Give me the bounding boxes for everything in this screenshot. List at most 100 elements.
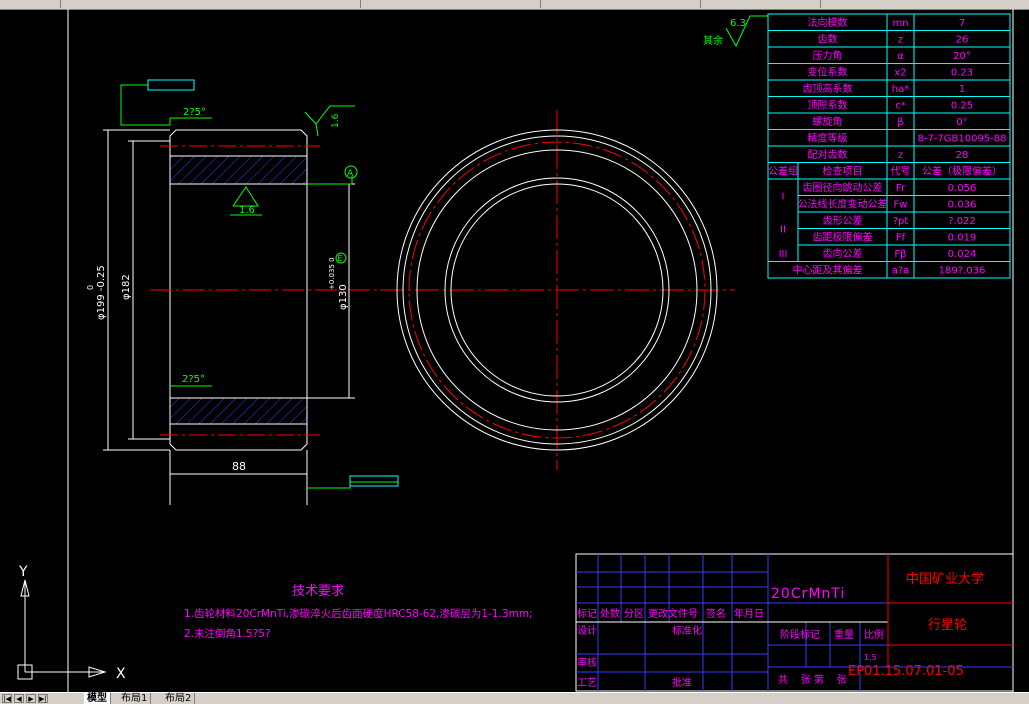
param-symbol: z: [898, 35, 903, 46]
nav-next-icon[interactable]: ▶: [26, 694, 36, 703]
nav-first-icon[interactable]: |◀: [2, 694, 12, 703]
roughness-bore: 1.6: [239, 205, 255, 216]
tab-layout2[interactable]: 布局2: [162, 693, 196, 704]
param-value: 0.25: [951, 101, 973, 112]
tol-code: Fr: [896, 183, 906, 194]
front-view: [380, 110, 735, 470]
svg-text:分区: 分区: [624, 608, 644, 620]
param-value: 0.23: [951, 68, 973, 79]
scale-value: 1.5: [864, 653, 877, 662]
top-tab-2[interactable]: [360, 0, 541, 8]
process-label: 工艺: [577, 677, 597, 689]
tab-layout1[interactable]: 布局1: [118, 693, 152, 704]
scale-label: 比例: [864, 628, 884, 641]
datum-a: A: [347, 169, 354, 179]
tol-item: 公法线长度变动公差: [798, 198, 888, 211]
tol-header-item: 检查项目: [823, 165, 863, 178]
tol-code: Fw: [894, 200, 908, 211]
university: 中国矿业大学: [906, 571, 984, 587]
section-view: 88 φ199 -0.25 0 φ182 φ130 +0.035 0 E 2?5…: [86, 79, 399, 505]
param-symbol: z: [898, 150, 903, 161]
ucs-x-label: X: [116, 666, 126, 682]
dim-middle: φ182: [121, 274, 132, 300]
tol-group: II: [780, 224, 786, 235]
design-label: 设计: [577, 624, 597, 637]
hatch-top: [169, 155, 308, 185]
center-distance-value: 189?.036: [939, 266, 986, 277]
param-symbol: ha*: [892, 84, 909, 95]
param-name: 螺旋角: [813, 115, 843, 128]
param-value: 7: [959, 18, 965, 29]
param-value: 20°: [953, 51, 971, 62]
tol-item: 齿圈径向跳动公差: [803, 181, 883, 194]
tol-value: 0.056: [948, 183, 977, 194]
svg-text:标记: 标记: [577, 608, 597, 620]
tech-title: 技术要求: [292, 584, 344, 599]
chamfer-bottom: 2?5°: [182, 374, 205, 385]
param-name: 压力角: [813, 49, 843, 62]
tol-value: 0.024: [948, 249, 977, 260]
param-value: 28: [956, 150, 969, 161]
param-symbol: mn: [892, 18, 908, 29]
dim-bore: φ130: [338, 284, 349, 310]
top-tab-3[interactable]: [540, 0, 701, 8]
roughness-other-value: 6.3: [730, 18, 746, 29]
param-value: 26: [956, 35, 969, 46]
material: 20CrMnTi: [771, 586, 845, 602]
param-value: 1: [959, 84, 965, 95]
chamfer-top: 2?5°: [183, 107, 206, 118]
center-distance-label: 中心距及其偏差: [793, 264, 863, 277]
approve-label: 批准: [672, 676, 692, 689]
tolerance-e-symbol: E: [338, 254, 343, 263]
tech-requirements: 技术要求 1.齿轮材料20CrMnTi,渗碳淬火后齿面硬度HRC58-62,渗碳…: [184, 584, 533, 640]
standardize-label: 标准化: [672, 624, 702, 637]
tol-group: I: [782, 191, 785, 202]
hatch-bottom: [169, 397, 308, 425]
param-name: 顶隙系数: [808, 99, 848, 112]
param-symbol: x2: [894, 68, 906, 79]
param-name: 法向模数: [808, 16, 848, 29]
param-name: 齿顶高系数: [803, 82, 853, 95]
param-name: 精度等级: [808, 132, 848, 145]
nav-last-icon[interactable]: ▶|: [38, 694, 48, 703]
roughness-face: 1.6: [331, 113, 341, 128]
top-tab-1[interactable]: [60, 0, 361, 8]
tol-item: 齿形公差: [823, 214, 863, 227]
nav-prev-icon[interactable]: ◀: [14, 694, 24, 703]
param-symbol: β: [897, 117, 903, 128]
tol-value: 0.036: [948, 200, 977, 211]
datum-box-bottom: [349, 475, 399, 487]
tol-header-group: 公差组: [768, 165, 798, 178]
tol-group: III: [779, 249, 788, 260]
param-symbol: c*: [895, 101, 906, 112]
weight-label: 重量: [834, 628, 854, 641]
param-symbol: α: [897, 51, 904, 62]
tol-value: ?.022: [948, 216, 976, 227]
param-value: 0°: [956, 117, 967, 128]
param-value: 8-7-7GB10095-88: [917, 134, 1006, 145]
svg-text:处数: 处数: [600, 607, 620, 620]
top-tab-0[interactable]: [0, 0, 61, 8]
center-distance-code: a?a: [892, 266, 910, 277]
tol-code: Fβ: [894, 249, 906, 260]
layout-tab-bar: |◀ ◀ ▶ ▶| 模型 布局1 布局2: [0, 692, 1029, 704]
top-tab-4[interactable]: [700, 0, 821, 8]
tol-code: ?pt: [893, 216, 909, 227]
title-block: 20CrMnTi 中国矿业大学 行星轮 EP01.15.07.01-05 标记 …: [575, 553, 1014, 692]
svg-text:更改文件号: 更改文件号: [648, 607, 698, 620]
param-name: 配对齿数: [808, 148, 848, 161]
dim-outer: φ199 -0.25: [96, 265, 107, 320]
drawing-canvas[interactable]: 88 φ199 -0.25 0 φ182 φ130 +0.035 0 E 2?5…: [0, 9, 1029, 692]
dim-outer-upper: 0: [86, 285, 95, 290]
ucs-icon: Y X: [17, 564, 126, 682]
datum-box-top: [147, 79, 195, 91]
svg-text:其余: 其余: [703, 34, 723, 47]
tol-item: 齿向公差: [823, 247, 863, 260]
param-name: 齿数: [818, 33, 838, 46]
tech-line-1: 1.齿轮材料20CrMnTi,渗碳淬火后齿面硬度HRC58-62,渗碳层为1-1…: [184, 607, 533, 620]
tab-model[interactable]: 模型: [84, 693, 111, 704]
sheets-label: 共 张 第 张: [778, 673, 847, 686]
param-name: 变位系数: [808, 66, 848, 79]
dim-width: 88: [232, 460, 246, 473]
tech-line-2: 2.未注倒角1.5?5?: [184, 627, 271, 640]
